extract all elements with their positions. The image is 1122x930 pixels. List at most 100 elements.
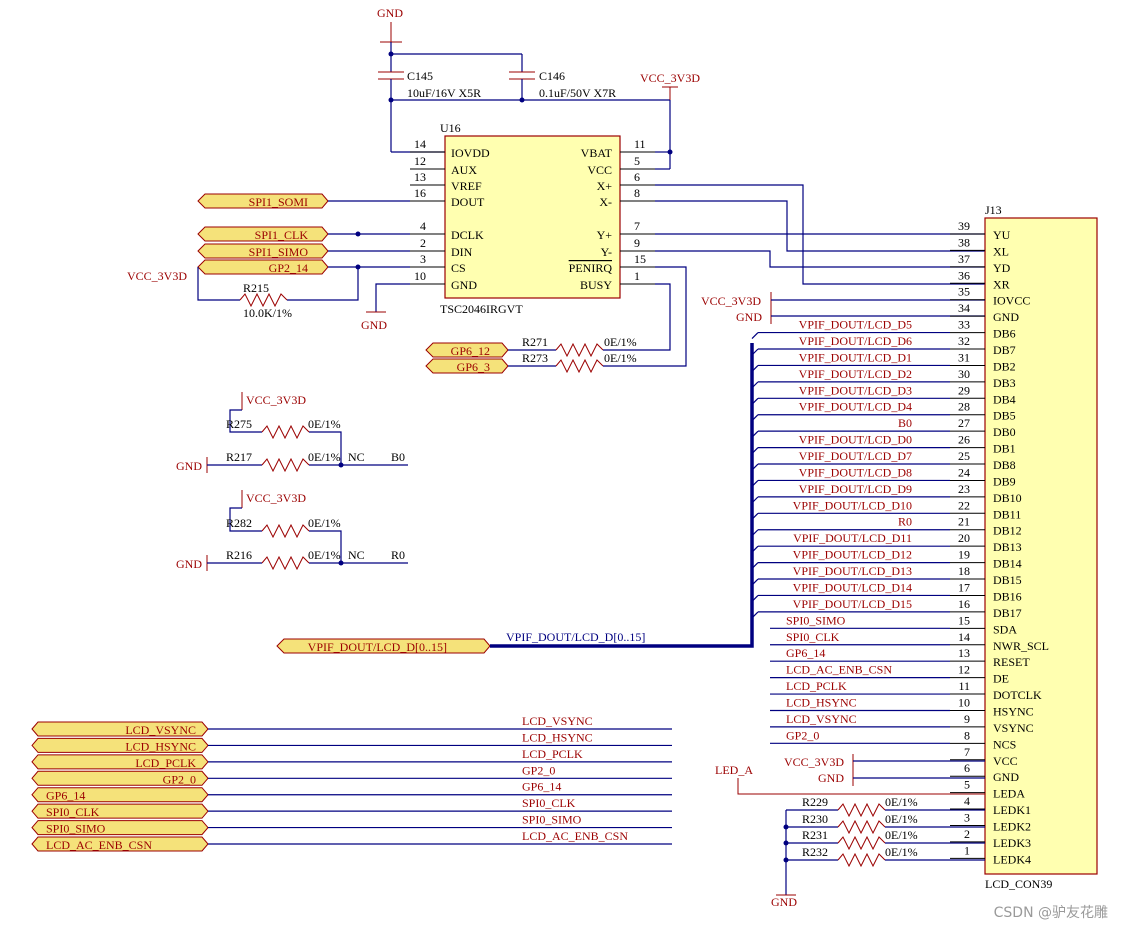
j13-pin-name: DB2 <box>993 359 1016 373</box>
u16-pin-num: 8 <box>634 186 640 200</box>
r0-label: R0 <box>391 548 405 562</box>
j13-net-label: VPIF_DOUT/LCD_D6 <box>799 334 912 348</box>
j13-pin-num: 20 <box>958 531 970 545</box>
r231-value: 0E/1% <box>885 828 918 842</box>
j13-pin-num: 31 <box>958 350 970 364</box>
j13-net-label: VPIF_DOUT/LCD_D8 <box>799 465 912 479</box>
static-schematic: GND C145 10uF/16V X5R C146 0.1uF/50V X7R… <box>127 6 1098 909</box>
j13-pin-name: DE <box>993 672 1009 686</box>
net-label: LCD_PCLK <box>522 747 583 761</box>
net-label: SPI0_SIMO <box>522 813 582 827</box>
j13-ref: J13 <box>985 203 1002 217</box>
bus-label: VPIF_DOUT/LCD_D[0..15] <box>506 630 645 644</box>
r282-value: 0E/1% <box>308 516 341 530</box>
port-gp2-14 <box>197 259 329 275</box>
u16-pin-num: 3 <box>420 252 426 266</box>
j13-pin-name: GND <box>993 770 1019 784</box>
schematic-canvas: GND C145 10uF/16V X5R C146 0.1uF/50V X7R… <box>31 6 1098 909</box>
j13-net-label: VPIF_DOUT/LCD_D4 <box>799 400 912 414</box>
u16-pin-name: VCC <box>587 163 612 177</box>
j13-pin-name: LEDK4 <box>993 852 1031 866</box>
j13-pin-num: 9 <box>964 712 970 726</box>
port-label: GP2_0 <box>163 772 196 786</box>
j13-pin-name: DOTCLK <box>993 688 1042 702</box>
j13-pin-name: DB10 <box>993 491 1022 505</box>
j13-pin-name: LEDK3 <box>993 836 1031 850</box>
r273-ref: R273 <box>522 351 548 365</box>
j13-pin-name: LEDK1 <box>993 803 1031 817</box>
port-label: LCD_HSYNC <box>125 739 196 753</box>
net-label: GP2_0 <box>522 763 555 777</box>
j13-pin-num: 11 <box>958 679 970 693</box>
u16-pin-name: DCLK <box>451 228 484 242</box>
r273-value: 0E/1% <box>604 351 637 365</box>
r230-value: 0E/1% <box>885 812 918 826</box>
j13-net-label: B0 <box>898 416 912 430</box>
j13-pin-name: DB13 <box>993 540 1022 554</box>
j13-net-label: VPIF_DOUT/LCD_D14 <box>793 580 912 594</box>
j13-pin-name: DB11 <box>993 507 1021 521</box>
u16-pin-name: VREF <box>451 179 482 193</box>
j13-pin-num: 19 <box>958 548 970 562</box>
c146-ref: C146 <box>539 69 565 83</box>
port-label: SPI1_SOMI <box>249 195 308 209</box>
j13-pin-name: DB0 <box>993 425 1016 439</box>
j13-pin-num: 8 <box>964 728 970 742</box>
j13-pin-name: DB9 <box>993 474 1016 488</box>
j13-net-label: GP2_0 <box>786 728 819 742</box>
j13-pin-num: 21 <box>958 515 970 529</box>
net-label: LCD_HSYNC <box>522 730 593 744</box>
u16-pin-name: IOVDD <box>451 146 490 160</box>
vcc-label-j13-7: VCC_3V3D <box>784 755 844 769</box>
port-label: GP6_3 <box>457 360 490 374</box>
j13-pin-num: 6 <box>964 761 970 775</box>
c145-ref: C145 <box>407 69 433 83</box>
j13-pin-name: YD <box>993 261 1011 275</box>
j13-pin-num: 38 <box>958 235 970 249</box>
net-label: SPI0_CLK <box>522 796 576 810</box>
j13-pin-num: 39 <box>958 219 970 233</box>
nc-label: NC <box>348 548 365 562</box>
j13-pin-name: RESET <box>993 655 1030 669</box>
j13-pin-name: NCS <box>993 737 1016 751</box>
j13-pin-name: XR <box>993 277 1010 291</box>
lcd-ports: LCD_VSYNC LCD_VSYNC LCD_HSYNC LCD_HSYNC LCD_… <box>31 714 672 852</box>
j13-net-label: VPIF_DOUT/LCD_D13 <box>793 564 912 578</box>
j13-net-label: VPIF_DOUT/LCD_D15 <box>793 597 912 611</box>
j13-pin-name: DB6 <box>993 327 1016 341</box>
gnd-label-j13: GND <box>736 310 762 324</box>
port-label: GP6_12 <box>451 344 490 358</box>
j13-net-label: VPIF_DOUT/LCD_D11 <box>793 531 912 545</box>
j13-pin-num: 7 <box>964 745 970 759</box>
u16-pin-name: AUX <box>451 163 477 177</box>
r217-ref: R217 <box>226 450 252 464</box>
j13-pin-name: DB8 <box>993 458 1016 472</box>
j13-pin-name: DB12 <box>993 524 1022 538</box>
j13-pin-num: 10 <box>958 695 970 709</box>
j13-pin-name: LEDA <box>993 787 1025 801</box>
u16-pin-num: 5 <box>634 154 640 168</box>
port-label: LCD_AC_ENB_CSN <box>46 838 152 852</box>
port-label: GP2_14 <box>269 261 308 275</box>
j13-pin-num: 18 <box>958 564 970 578</box>
j13-pin-name: GND <box>993 310 1019 324</box>
j13-pin-num: 25 <box>958 449 970 463</box>
j13-pin-num: 26 <box>958 433 970 447</box>
j13-net-label: LCD_VSYNC <box>786 712 857 726</box>
j13-pin-num: 30 <box>958 367 970 381</box>
gnd-label-j13-6: GND <box>818 771 844 785</box>
j13-pin-num: 3 <box>964 810 970 824</box>
r217-value: 0E/1% <box>308 450 341 464</box>
net-label: LCD_AC_ENB_CSN <box>522 829 628 843</box>
net-label: GP6_14 <box>522 780 561 794</box>
u16-pin-num: 16 <box>414 186 426 200</box>
r271-ref: R271 <box>522 335 548 349</box>
u16-pin-num: 2 <box>420 236 426 250</box>
j13-pin-name: HSYNC <box>993 704 1034 718</box>
port-label: LCD_VSYNC <box>125 723 196 737</box>
j13-pin-num: 12 <box>958 663 970 677</box>
j13-pin-num: 4 <box>964 794 970 808</box>
j13-pin-name: NWR_SCL <box>993 639 1049 653</box>
port-label: SPI1_SIMO <box>249 245 309 259</box>
j13-net-label: R0 <box>898 515 912 529</box>
